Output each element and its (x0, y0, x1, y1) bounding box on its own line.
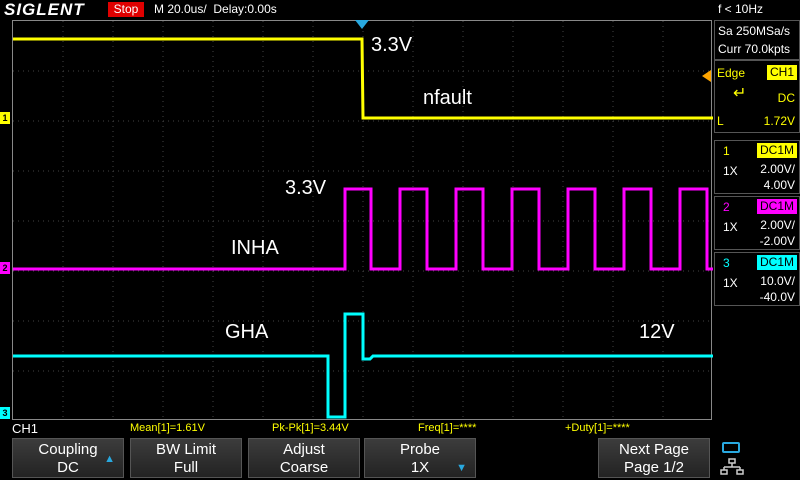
trigger-box[interactable]: Edge CH1 ↵ DC L 1.72V (714, 60, 800, 133)
ch3-info-box[interactable]: 3 DC1M 1X 10.0V/ -40.0V (714, 252, 800, 306)
ch1-probe: 1X (723, 164, 738, 178)
trigger-position-marker[interactable] (355, 20, 369, 29)
trigger-level-marker[interactable] (702, 70, 711, 82)
ch3-level-label: 12V (639, 321, 675, 343)
trigger-coupling: DC (777, 91, 795, 105)
ch1-offset: 4.00V (763, 178, 795, 192)
adjust-title: Adjust (283, 441, 325, 458)
ch2-scale: 2.00V/ (760, 218, 795, 232)
adjust-softkey[interactable]: Adjust Coarse (248, 438, 360, 478)
ch3-ground-marker[interactable]: 3 (0, 407, 10, 419)
ch2-number: 2 (723, 200, 730, 214)
timebase-value: M 20.0us/ (154, 2, 207, 16)
brand-logo: SIGLENT (4, 0, 85, 19)
next-page-title: Next Page (618, 441, 690, 458)
network-icon (720, 458, 744, 475)
bw-limit-title: BW Limit (156, 441, 216, 458)
ch1-number: 1 (723, 144, 730, 158)
ch1-info-box[interactable]: 1 DC1M 1X 2.00V/ 4.00V (714, 140, 800, 194)
timebase-readout[interactable]: M 20.0us/ Delay:0.00s (154, 2, 277, 16)
measure-duty: +Duty[1]=**** (565, 422, 630, 434)
acquisition-box[interactable]: Sa 250MSa/s Curr 70.0kpts (714, 20, 800, 60)
ch3-name-label: GHA (225, 321, 269, 343)
ch2-info-box[interactable]: 2 DC1M 1X 2.00V/ -2.00V (714, 196, 800, 250)
bw-limit-value: Full (173, 459, 199, 476)
next-page-value: Page 1/2 (623, 459, 685, 476)
memory-depth: Curr 70.0kpts (718, 42, 791, 56)
ch3-scale: 10.0V/ (760, 274, 795, 288)
ch1-level-label: 3.3V (371, 34, 413, 56)
measurement-bar: CH1 Mean[1]=1.61V Pk-Pk[1]=3.44V Freq[1]… (0, 420, 800, 436)
menu-channel-label: CH1 (12, 421, 39, 436)
trigger-slope-icon: ↵ (733, 85, 747, 102)
trigger-frequency: f < 10Hz (718, 2, 764, 16)
ch3-number: 3 (723, 256, 730, 270)
ch2-ground-marker[interactable]: 2 (0, 262, 10, 274)
right-info-panel: Sa 250MSa/s Curr 70.0kpts Edge CH1 ↵ DC … (714, 20, 800, 420)
ch2-offset: -2.00V (759, 234, 795, 248)
chevron-down-icon: ▼ (456, 462, 467, 474)
next-page-softkey[interactable]: Next Page Page 1/2 (598, 438, 710, 478)
delay-value: Delay:0.00s (213, 2, 277, 16)
ch1-name-label: nfault (423, 87, 472, 109)
ch3-coupling: DC1M (756, 255, 797, 270)
ch2-probe: 1X (723, 220, 738, 234)
bw-limit-softkey[interactable]: BW Limit Full (130, 438, 242, 478)
sample-rate: Sa 250MSa/s (718, 24, 791, 38)
ch1-trace (13, 37, 713, 120)
ch2-coupling: DC1M (756, 199, 797, 214)
probe-softkey[interactable]: Probe 1X ▼ (364, 438, 476, 478)
measure-mean: Mean[1]=1.61V (130, 422, 205, 434)
ch1-ground-marker[interactable]: 1 (0, 112, 10, 124)
ch1-coupling: DC1M (756, 143, 797, 158)
ch3-probe: 1X (723, 276, 738, 290)
chevron-up-icon: ▲ (104, 453, 115, 465)
waveform-canvas (13, 21, 713, 421)
adjust-value: Coarse (279, 459, 329, 476)
trigger-slope-label: L (717, 114, 724, 128)
ch3-offset: -40.0V (759, 290, 795, 304)
trigger-type: Edge (717, 66, 746, 80)
run-stop-indicator[interactable]: Stop (108, 2, 144, 17)
ch2-level-label: 3.3V (285, 177, 327, 199)
trigger-level: 1.72V (763, 114, 795, 128)
probe-title: Probe (399, 441, 441, 458)
top-status-bar: SIGLENT Stop M 20.0us/ Delay:0.00s f < 1… (0, 0, 800, 20)
battery-icon (722, 442, 740, 453)
ch2-name-label: INHA (231, 237, 279, 259)
ch1-scale: 2.00V/ (760, 162, 795, 176)
measure-pkpk: Pk-Pk[1]=3.44V (272, 422, 349, 434)
coupling-softkey[interactable]: Coupling DC ▲ (12, 438, 124, 478)
softkey-menu: Coupling DC ▲ BW Limit Full Adjust Coars… (0, 436, 800, 480)
waveform-display[interactable]: 3.3V nfault 3.3V INHA GHA 12V (12, 20, 713, 421)
trigger-source: CH1 (766, 65, 797, 80)
measure-freq: Freq[1]=**** (418, 422, 477, 434)
